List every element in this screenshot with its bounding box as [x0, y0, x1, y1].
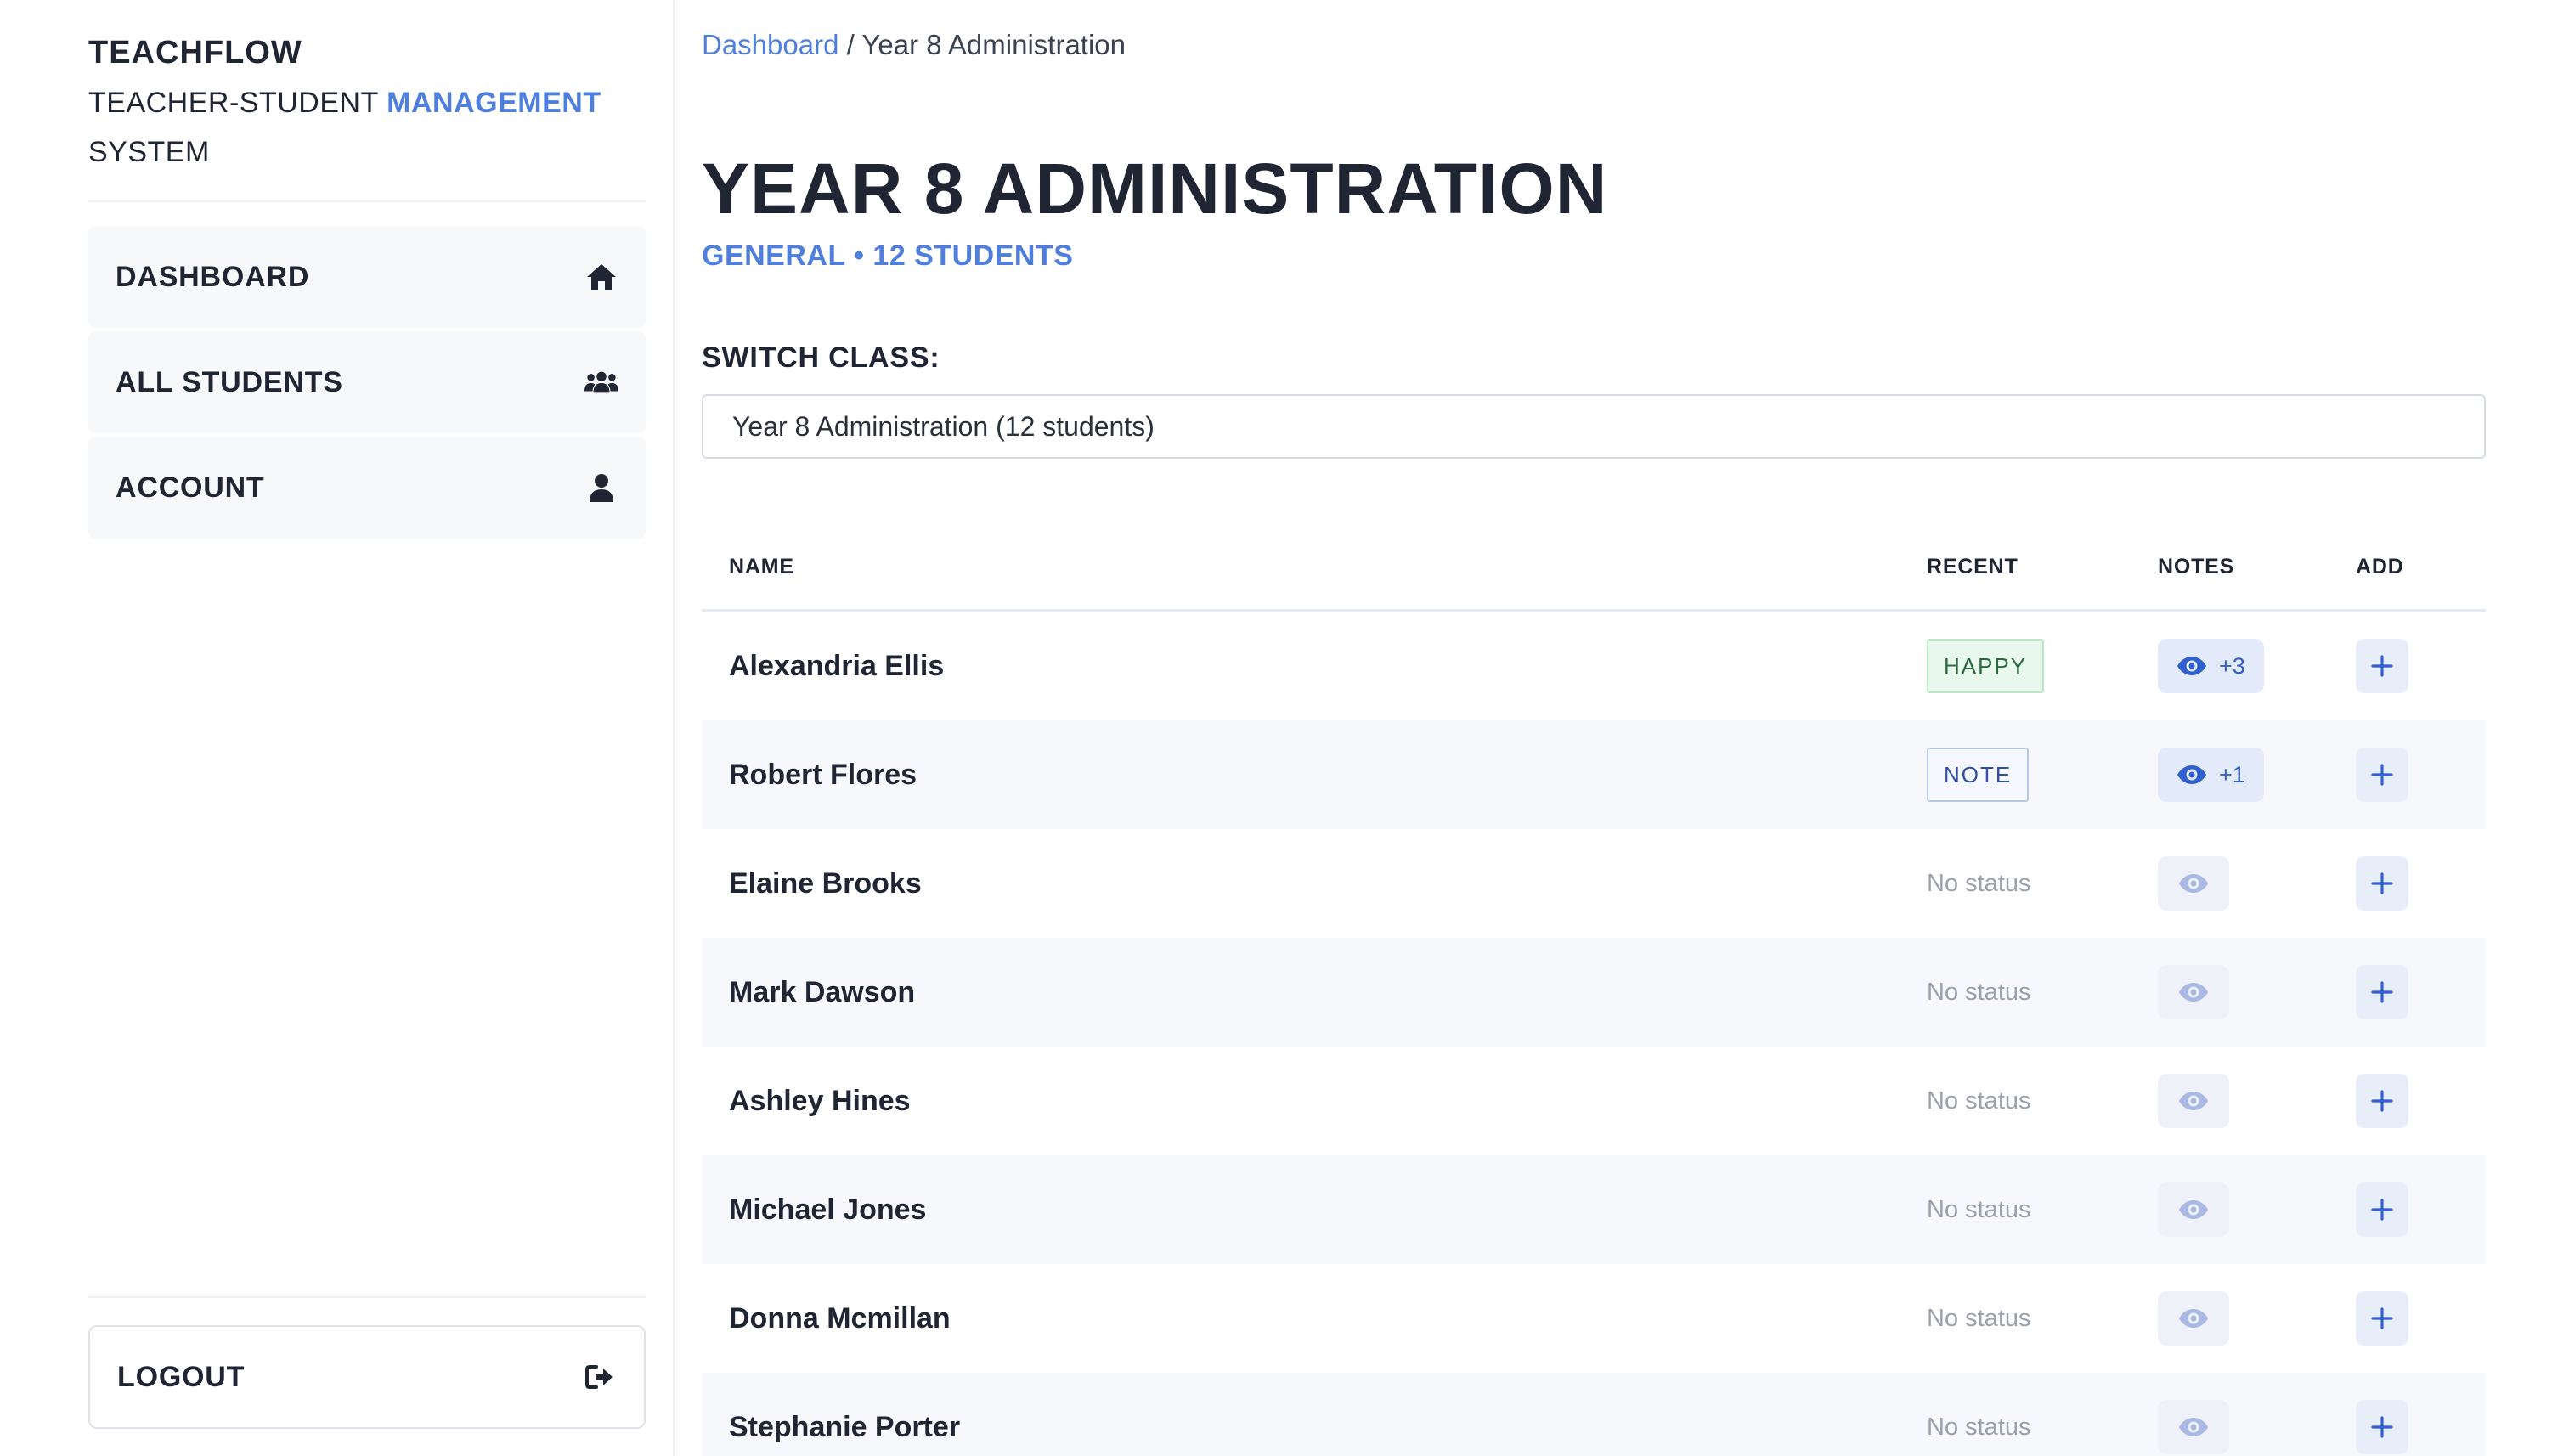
notes-count: +1: [2219, 761, 2245, 787]
eye-icon: [2179, 874, 2208, 893]
add-note-button[interactable]: [2356, 1182, 2408, 1237]
sidebar-divider: [88, 200, 646, 202]
status-badge: NOTE: [1927, 748, 2030, 802]
add-note-button[interactable]: [2356, 748, 2408, 802]
view-notes-button[interactable]: [2158, 856, 2229, 911]
home-icon: [584, 260, 618, 294]
add-note-button[interactable]: [2356, 639, 2408, 693]
logout-icon: [583, 1360, 617, 1394]
brand-title: TEACHFLOW: [88, 35, 302, 71]
student-name[interactable]: Mark Dawson: [729, 976, 915, 1009]
student-name[interactable]: Alexandria Ellis: [729, 650, 944, 683]
status-badge: HAPPY: [1927, 639, 2045, 693]
status-text: No status: [1927, 1195, 2031, 1223]
status-text: No status: [1927, 869, 2031, 897]
breadcrumb-separator: /: [846, 29, 855, 60]
main-content: Dashboard / Year 8 Administration YEAR 8…: [702, 0, 2486, 1456]
plus-icon: [2371, 872, 2393, 894]
plus-icon: [2371, 981, 2393, 1003]
logout-button[interactable]: LOGOUT: [88, 1325, 646, 1429]
view-notes-button[interactable]: +1: [2158, 748, 2264, 802]
add-note-button[interactable]: [2356, 1291, 2408, 1346]
brand-subtitle-suffix: SYSTEM: [88, 136, 210, 168]
add-note-button[interactable]: [2356, 1400, 2408, 1454]
user-icon: [584, 471, 618, 505]
student-name[interactable]: Elaine Brooks: [729, 867, 922, 900]
table-row: Michael Jones No status: [702, 1155, 2486, 1264]
eye-icon: [2177, 657, 2206, 675]
view-notes-button[interactable]: [2158, 1291, 2229, 1346]
switch-class-label: SWITCH CLASS:: [702, 341, 940, 374]
switch-class-select[interactable]: Year 8 Administration (12 students): [702, 394, 2486, 459]
student-name[interactable]: Robert Flores: [729, 759, 917, 792]
sidebar-item-dashboard[interactable]: DASHBOARD: [88, 226, 646, 328]
page-subtitle: GENERAL • 12 STUDENTS: [702, 240, 1074, 272]
plus-icon: [2371, 1307, 2393, 1329]
eye-icon: [2179, 1092, 2208, 1110]
student-name[interactable]: Ashley Hines: [729, 1085, 911, 1118]
add-note-button[interactable]: [2356, 1074, 2408, 1128]
sidebar-item-account[interactable]: ACCOUNT: [88, 437, 646, 539]
table-row: Robert Flores NOTE +1: [702, 720, 2486, 829]
sidebar-nav: DASHBOARD ALL STUDENTS ACCOUNT: [88, 226, 646, 542]
brand-subtitle-prefix: TEACHER-STUDENT: [88, 87, 387, 119]
student-name[interactable]: Michael Jones: [729, 1194, 926, 1227]
table-row: Ashley Hines No status: [702, 1047, 2486, 1155]
view-notes-button[interactable]: [2158, 1400, 2229, 1454]
add-note-button[interactable]: [2356, 965, 2408, 1019]
brand-subtitle-accent: MANAGEMENT: [387, 87, 601, 119]
brand-subtitle: TEACHER-STUDENT MANAGEMENT SYSTEM: [88, 78, 646, 177]
sidebar-item-label: DASHBOARD: [116, 260, 310, 293]
status-text: No status: [1927, 1413, 2031, 1441]
header-notes: NOTES: [2158, 555, 2235, 578]
sidebar-item-all-students[interactable]: ALL STUDENTS: [88, 331, 646, 433]
eye-icon: [2179, 1418, 2208, 1436]
header-recent: RECENT: [1927, 555, 2019, 578]
plus-icon: [2371, 655, 2393, 677]
plus-icon: [2371, 1199, 2393, 1221]
table-row: Alexandria Ellis HAPPY +3: [702, 612, 2486, 720]
table-row: Elaine Brooks No status: [702, 829, 2486, 938]
logout-label: LOGOUT: [117, 1360, 246, 1393]
student-name[interactable]: Donna Mcmillan: [729, 1302, 951, 1335]
users-icon: [584, 365, 618, 399]
status-text: No status: [1927, 978, 2031, 1006]
header-add: ADD: [2356, 555, 2404, 578]
plus-icon: [2371, 1416, 2393, 1438]
notes-count: +3: [2219, 652, 2245, 679]
breadcrumb: Dashboard / Year 8 Administration: [702, 29, 1126, 61]
switch-class-value: Year 8 Administration (12 students): [732, 410, 1155, 442]
table-row: Mark Dawson No status: [702, 938, 2486, 1047]
student-name[interactable]: Stephanie Porter: [729, 1411, 960, 1444]
sidebar-item-label: ALL STUDENTS: [116, 365, 343, 398]
plus-icon: [2371, 1090, 2393, 1112]
status-text: No status: [1927, 1086, 2031, 1115]
breadcrumb-dashboard-link[interactable]: Dashboard: [702, 29, 838, 60]
table-row: Donna Mcmillan No status: [702, 1264, 2486, 1373]
eye-icon: [2179, 1200, 2208, 1219]
plus-icon: [2371, 764, 2393, 786]
table-header: NAME RECENT NOTES ADD: [702, 525, 2486, 612]
view-notes-button[interactable]: [2158, 1182, 2229, 1237]
breadcrumb-current: Year 8 Administration: [861, 29, 1126, 60]
view-notes-button[interactable]: [2158, 965, 2229, 1019]
eye-icon: [2177, 765, 2206, 784]
sidebar: TEACHFLOW TEACHER-STUDENT MANAGEMENT SYS…: [0, 0, 675, 1456]
status-text: No status: [1927, 1304, 2031, 1332]
table-row: Stephanie Porter No status: [702, 1373, 2486, 1456]
header-name: NAME: [729, 555, 794, 578]
brand: TEACHFLOW TEACHER-STUDENT MANAGEMENT SYS…: [88, 32, 646, 177]
eye-icon: [2179, 983, 2208, 1002]
view-notes-button[interactable]: +3: [2158, 639, 2264, 693]
view-notes-button[interactable]: [2158, 1074, 2229, 1128]
students-table: NAME RECENT NOTES ADD Alexandria Ellis H…: [702, 525, 2486, 1456]
eye-icon: [2179, 1309, 2208, 1328]
add-note-button[interactable]: [2356, 856, 2408, 911]
sidebar-item-label: ACCOUNT: [116, 471, 265, 504]
sidebar-divider: [88, 1296, 646, 1298]
page-title: YEAR 8 ADMINISTRATION: [702, 149, 1608, 229]
